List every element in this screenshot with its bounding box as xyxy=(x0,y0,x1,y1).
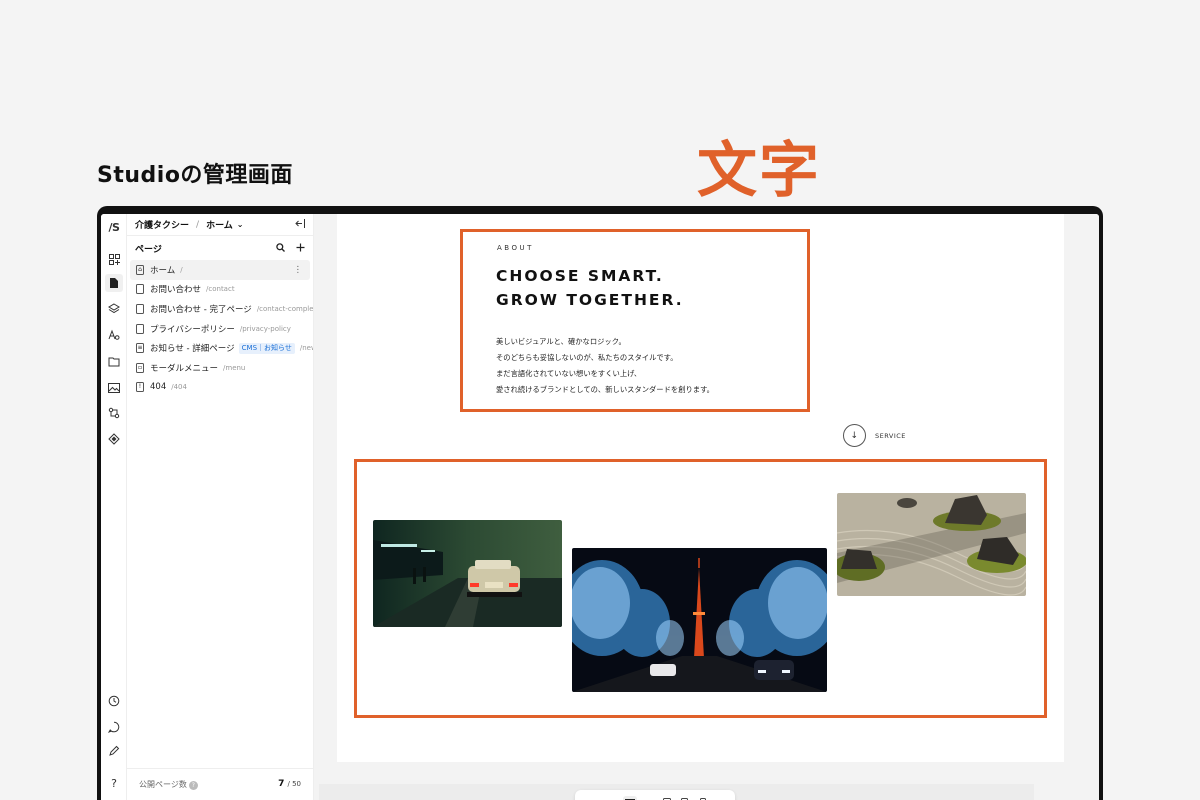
page-item-contact-complete[interactable]: お問い合わせ - 完了ページ /contact-complete xyxy=(127,299,313,319)
page-item-privacy-policy[interactable]: プライバシーポリシー /privacy-policy xyxy=(127,319,313,339)
collapse-sidebar-icon[interactable] xyxy=(295,218,305,231)
comment-icon[interactable] xyxy=(105,718,123,736)
page-path: /news/:sl xyxy=(299,344,313,353)
pages-sidebar: 介護タクシー / ホーム ⌄ ページ ⌂ ホーム / ⋮ お問い合わせ /con… xyxy=(127,214,314,800)
flow-icon[interactable] xyxy=(105,404,123,422)
help-icon[interactable]: ? xyxy=(105,774,123,792)
pages-section-title: ページ xyxy=(135,244,162,255)
page-icon[interactable] xyxy=(105,274,123,292)
plugin-icon[interactable] xyxy=(105,430,123,448)
page-label: お問い合わせ - 完了ページ xyxy=(150,304,252,315)
service-label: SERVICE xyxy=(875,431,906,440)
page-path: /contact-complete xyxy=(256,304,313,313)
page-path: /contact xyxy=(206,285,235,294)
project-name[interactable]: 介護タクシー xyxy=(135,218,189,231)
page-label: 404 xyxy=(150,382,167,393)
page-file-icon xyxy=(136,284,144,295)
tokyo-tower-illumination-photo[interactable] xyxy=(572,548,827,692)
pen-icon[interactable] xyxy=(105,742,123,760)
laptop-icon[interactable] xyxy=(642,796,655,800)
layers-icon[interactable] xyxy=(105,300,123,318)
typography-icon[interactable] xyxy=(105,326,123,344)
chevron-down-icon[interactable]: ⌄ xyxy=(237,220,244,229)
arrow-down-icon: ↓ xyxy=(843,424,866,447)
pages-section-header: ページ xyxy=(127,236,313,260)
published-pages-counter: 公開ページ数? 7 / 50 xyxy=(127,768,313,800)
page-item-home[interactable]: ⌂ ホーム / ⋮ xyxy=(130,260,310,280)
published-pages-count: 7 / 50 xyxy=(278,779,301,789)
page-path: /menu xyxy=(223,363,246,372)
desktop-icon[interactable] xyxy=(623,795,637,800)
page-item-404[interactable]: ! 404 /404 xyxy=(127,378,313,398)
page-label: モーダルメニュー xyxy=(150,363,219,374)
help-icon[interactable]: ? xyxy=(188,781,198,790)
page-heading: Studioの管理画面 xyxy=(97,163,293,188)
breadcrumb-separator: / xyxy=(196,219,200,230)
current-page-selector[interactable]: ホーム xyxy=(206,218,233,231)
cms-page-icon: ≡ xyxy=(136,343,144,354)
page-path: / xyxy=(180,265,183,274)
components-icon[interactable] xyxy=(105,250,123,268)
canvas-bottom-toolbar: 1600px ⋮ xyxy=(319,784,1034,800)
cms-badge: CMS｜お知らせ xyxy=(238,342,295,354)
more-options-icon[interactable]: ⋮ xyxy=(294,265,303,275)
mobile-icon[interactable] xyxy=(697,796,710,800)
page-item-modal-menu[interactable]: ▫ モーダルメニュー /menu xyxy=(127,358,313,378)
page-file-icon xyxy=(136,323,144,334)
artboard[interactable]: ABOUT CHOOSE SMART. GROW TOGETHER. 美しいビジ… xyxy=(337,214,1064,762)
image-icon[interactable] xyxy=(105,378,123,396)
home-page-icon: ⌂ xyxy=(136,264,144,275)
text-highlight-box xyxy=(460,229,810,412)
page-item-contact[interactable]: お問い合わせ /contact xyxy=(127,280,313,300)
design-canvas[interactable]: ABOUT CHOOSE SMART. GROW TOGETHER. 美しいビジ… xyxy=(314,214,1099,800)
page-label: お問い合わせ xyxy=(150,285,202,296)
tablet-small-icon[interactable] xyxy=(678,796,691,800)
studio-logo-icon[interactable]: /S xyxy=(105,218,123,236)
page-list: ⌂ ホーム / ⋮ お問い合わせ /contact お問い合わせ - 完了ページ… xyxy=(127,260,313,397)
project-breadcrumb: 介護タクシー / ホーム ⌄ xyxy=(127,214,313,236)
zen-garden-photo[interactable] xyxy=(837,493,1026,596)
folder-icon[interactable] xyxy=(105,352,123,370)
modal-page-icon: ▫ xyxy=(136,362,144,373)
page-item-news-detail[interactable]: ≡ お知らせ - 詳細ページ CMS｜お知らせ /news/:sl xyxy=(127,338,313,358)
taxi-tunnel-photo[interactable] xyxy=(373,520,562,627)
page-file-icon xyxy=(136,303,144,314)
error-page-icon: ! xyxy=(136,382,144,393)
page-label: プライバシーポリシー xyxy=(150,324,235,335)
tablet-icon[interactable] xyxy=(660,796,673,800)
page-path: /404 xyxy=(171,383,187,392)
icon-rail: /S ? xyxy=(101,214,127,800)
label-text: 文字 xyxy=(697,136,821,206)
page-path: /privacy-policy xyxy=(239,324,291,333)
service-link[interactable]: ↓ SERVICE xyxy=(843,424,906,447)
studio-editor: /S ? 介護タクシー / ホーム ⌄ ページ ⌂ ホーム / ⋮ お問い合わせ… xyxy=(101,214,1099,800)
page-label: お知らせ - 詳細ページ xyxy=(150,344,235,355)
page-label: ホーム xyxy=(150,265,176,276)
search-icon[interactable] xyxy=(276,242,285,255)
published-pages-label: 公開ページ数 xyxy=(139,780,187,789)
history-icon[interactable] xyxy=(105,692,123,710)
device-frame: /S ? 介護タクシー / ホーム ⌄ ページ ⌂ ホーム / ⋮ お問い合わせ… xyxy=(97,206,1103,800)
breakpoint-switcher: 1600px ⋮ xyxy=(575,790,735,800)
add-page-icon[interactable] xyxy=(296,242,305,255)
